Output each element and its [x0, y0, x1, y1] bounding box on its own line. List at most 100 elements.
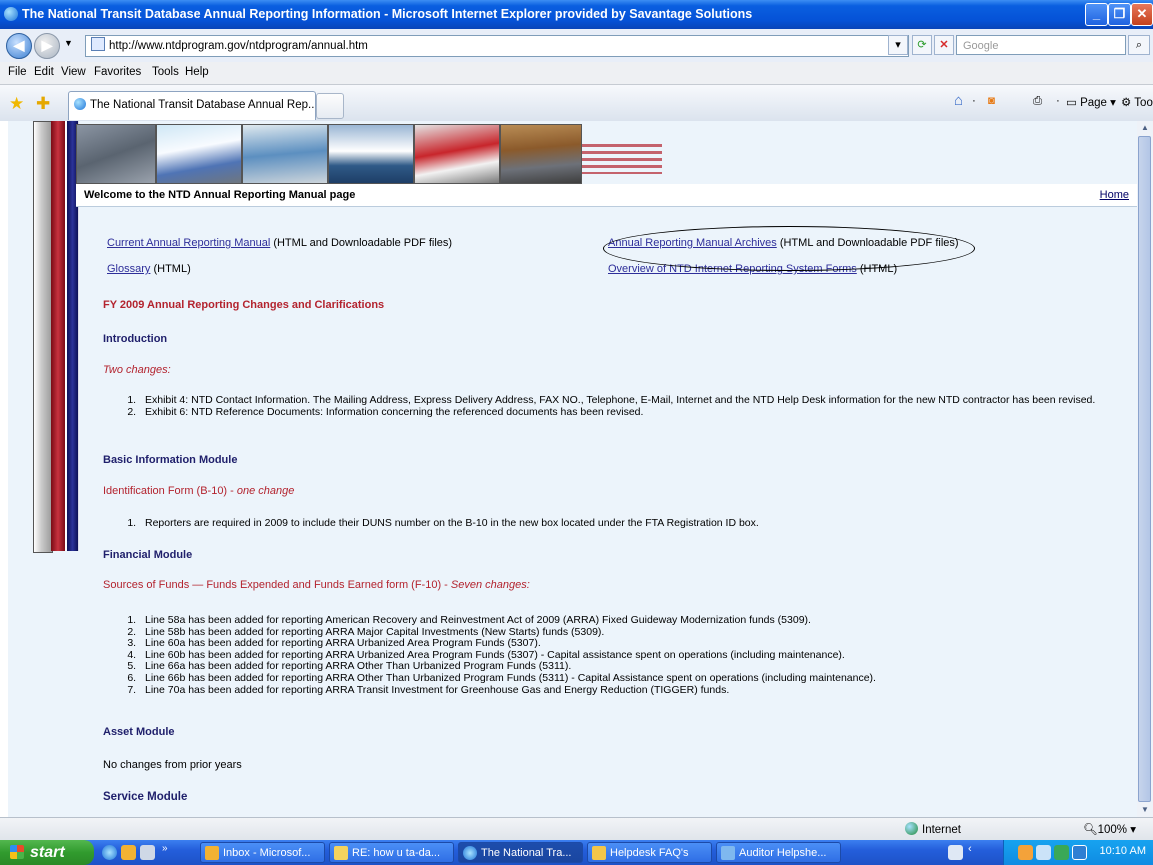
list-item: Line 70a has been added for reporting AR…: [139, 684, 1137, 697]
home-icon[interactable]: ⌂: [954, 92, 963, 109]
scroll-down-icon[interactable]: ▼: [1138, 803, 1152, 817]
menu-tools[interactable]: Tools: [152, 66, 179, 78]
subway-train-photo: [76, 124, 156, 184]
zone-label: Internet: [922, 824, 961, 836]
print-dropdown-icon[interactable]: ·: [1056, 95, 1060, 107]
basic-info-heading: Basic Information Module: [103, 454, 238, 466]
page-menu[interactable]: ▭ Page ▾: [1066, 95, 1116, 109]
glossary-note: (HTML): [153, 263, 191, 275]
taskbar-button-helpdesk[interactable]: Helpdesk FAQ's: [587, 842, 712, 863]
clock: 10:10 AM: [1099, 845, 1146, 857]
cable-car-photo: [500, 124, 582, 184]
windows-flag-icon: [10, 845, 24, 859]
current-manual-link[interactable]: Current Annual Reporting Manual: [107, 237, 270, 249]
menu-file[interactable]: File: [8, 66, 27, 78]
menu-help[interactable]: Help: [185, 66, 209, 78]
refresh-icon[interactable]: ⟳: [912, 35, 932, 55]
outlook-icon: [205, 846, 219, 860]
list-item: Line 58a has been added for reporting Am…: [139, 614, 1137, 627]
sidebar-stripe-gray: [33, 121, 53, 553]
address-dropdown-icon[interactable]: ▾: [888, 35, 908, 55]
transit-photo-banner: [76, 124, 662, 184]
address-url: http://www.ntdprogram.gov/ntdprogram/ann…: [109, 40, 368, 52]
taskbar-button-email[interactable]: RE: how u ta-da...: [329, 842, 454, 863]
banner-stripes-decoration: [582, 144, 662, 174]
window-title-bar[interactable]: The National Transit Database Annual Rep…: [0, 0, 1153, 29]
back-button[interactable]: ◀: [6, 33, 32, 59]
search-input[interactable]: Google: [956, 35, 1126, 55]
new-tab-button[interactable]: [316, 93, 344, 119]
minimize-button[interactable]: _: [1085, 3, 1108, 26]
quicklaunch-overflow-icon[interactable]: »: [162, 843, 168, 854]
folder-icon: [592, 846, 606, 860]
favorites-star-icon[interactable]: ★: [9, 94, 24, 114]
add-favorites-icon[interactable]: ✚: [36, 94, 50, 114]
taskbar-label: RE: how u ta-da...: [352, 847, 441, 859]
ferry-photo: [328, 124, 414, 184]
quicklaunch-outlook-icon[interactable]: [121, 845, 136, 860]
page-title: Welcome to the NTD Annual Reporting Manu…: [84, 189, 356, 201]
glossary-row: Glossary (HTML): [107, 263, 191, 275]
scroll-up-icon[interactable]: ▲: [1138, 121, 1152, 135]
status-bar: Internet 🔍︎100% ▾: [0, 817, 1153, 841]
taskbar-button-auditor[interactable]: Auditor Helpshe...: [716, 842, 841, 863]
list-item: Line 66b has been added for reporting AR…: [139, 672, 1137, 685]
zoom-level: 100%: [1097, 824, 1128, 836]
tools-menu[interactable]: ⚙ Tools ▾: [1121, 95, 1153, 109]
quicklaunch-ie-icon[interactable]: [102, 845, 117, 860]
envelope-icon: [334, 846, 348, 860]
menu-view[interactable]: View: [61, 66, 86, 78]
tab-label: The National Transit Database Annual Rep…: [90, 99, 316, 111]
forward-button[interactable]: ▶: [34, 33, 60, 59]
menu-edit[interactable]: Edit: [34, 66, 54, 78]
search-icon[interactable]: ⌕: [1128, 35, 1150, 55]
glossary-link[interactable]: Glossary: [107, 263, 150, 275]
tray-network-icon[interactable]: [1036, 845, 1051, 860]
basic-info-form-name: Identification Form (B-10) -: [103, 485, 237, 497]
tools-menu-label: Tools: [1134, 97, 1153, 109]
welcome-bar: Welcome to the NTD Annual Reporting Manu…: [76, 184, 1137, 207]
scrollbar-thumb[interactable]: [1138, 136, 1151, 802]
tray-app-icon[interactable]: [1018, 845, 1033, 860]
print-icon[interactable]: ⎙: [1033, 95, 1042, 108]
introduction-heading: Introduction: [103, 333, 168, 345]
taskbar-button-inbox[interactable]: Inbox - Microsof...: [200, 842, 325, 863]
tray-antivirus-icon[interactable]: [1054, 845, 1069, 860]
address-bar[interactable]: http://www.ntdprogram.gov/ntdprogram/ann…: [85, 35, 909, 57]
list-item: Exhibit 4: NTD Contact Information. The …: [139, 394, 1129, 407]
close-button[interactable]: ✕: [1131, 3, 1153, 26]
page-icon: [91, 37, 105, 51]
vertical-scrollbar[interactable]: ▲ ▼: [1137, 121, 1153, 817]
history-dropdown-icon[interactable]: ▼: [64, 38, 73, 48]
document-icon: [721, 846, 735, 860]
feeds-icon[interactable]: ◙: [988, 95, 995, 107]
tray-expand-icon[interactable]: ‹: [968, 843, 972, 855]
menu-bar: File Edit View Favorites Tools Help: [0, 62, 1153, 85]
taskbar-label: Inbox - Microsof...: [223, 847, 311, 859]
tab-current[interactable]: The National Transit Database Annual Rep…: [68, 91, 316, 120]
light-rail-photo: [242, 124, 328, 184]
stop-icon[interactable]: ✕: [934, 35, 954, 55]
system-tray: 10:10 AM: [1003, 840, 1153, 865]
bus-photo: [156, 124, 242, 184]
menu-favorites[interactable]: Favorites: [94, 66, 141, 78]
tray-vpn-icon[interactable]: [1072, 845, 1087, 860]
zoom-control[interactable]: 🔍︎100% ▾: [1083, 822, 1136, 836]
introduction-subheading: Two changes:: [103, 364, 171, 376]
fy-heading: FY 2009 Annual Reporting Changes and Cla…: [103, 299, 385, 311]
quicklaunch-desktop-icon[interactable]: [140, 845, 155, 860]
page-content: Welcome to the NTD Annual Reporting Manu…: [8, 121, 1137, 817]
tray-help-icon[interactable]: [948, 845, 963, 860]
current-manual-note: (HTML and Downloadable PDF files): [273, 237, 453, 249]
service-heading: Service Module: [103, 791, 188, 803]
financial-heading: Financial Module: [103, 549, 193, 561]
page-menu-label: Page: [1080, 97, 1107, 109]
taskbar-button-ntd[interactable]: The National Tra...: [458, 842, 583, 863]
home-link[interactable]: Home: [1100, 189, 1129, 201]
maximize-button[interactable]: ❐: [1108, 3, 1131, 26]
basic-info-subheading: Identification Form (B-10) - one change: [103, 485, 294, 497]
basic-info-change-note: one change: [236, 485, 295, 497]
home-dropdown-icon[interactable]: ·: [972, 95, 976, 107]
start-button[interactable]: start: [0, 840, 94, 865]
financial-change-note: Seven changes:: [450, 579, 530, 591]
